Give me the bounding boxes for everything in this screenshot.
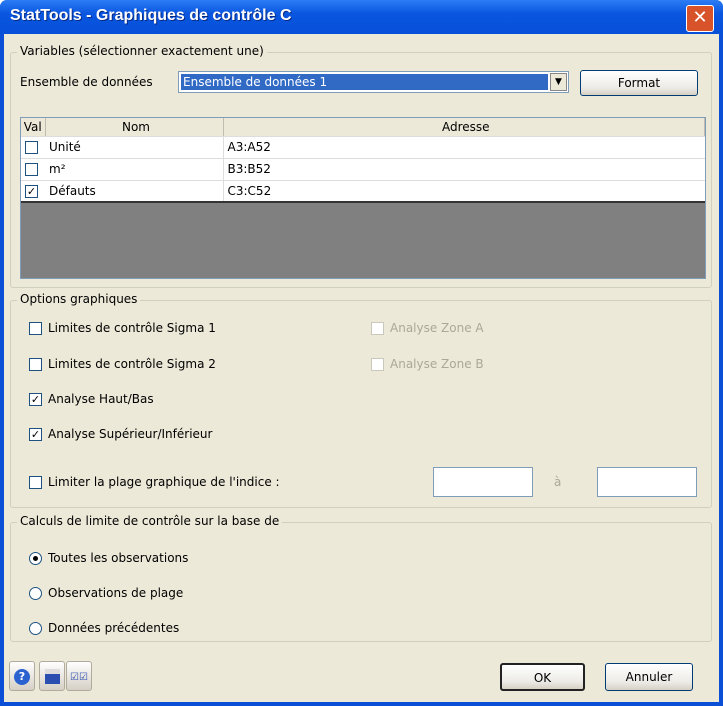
- range-from-input[interactable]: [433, 467, 533, 497]
- radio-range-observations[interactable]: Observations de plage: [29, 586, 183, 600]
- save-button[interactable]: [39, 661, 65, 691]
- row-checkbox[interactable]: [25, 141, 38, 154]
- table-row: Unité A3:A52: [21, 136, 705, 159]
- options-legend: Options graphiques: [17, 292, 141, 306]
- ok-button[interactable]: OK: [500, 663, 585, 691]
- row-address: B3:B52: [223, 158, 705, 181]
- dialog-window: StatTools - Graphiques de contrôle C ✕ V…: [0, 0, 723, 706]
- range-to-label: à: [554, 475, 562, 489]
- table-header: Val Nom Adresse: [21, 118, 705, 137]
- row-checkbox[interactable]: ✓: [25, 184, 38, 198]
- save-icon: [44, 669, 60, 684]
- radio-label: Données précédentes: [48, 621, 180, 635]
- select-all-button[interactable]: ☑☑: [66, 661, 92, 691]
- radio-all-observations[interactable]: Toutes les observations: [29, 551, 188, 565]
- help-button[interactable]: ?: [9, 661, 35, 691]
- radio-label: Toutes les observations: [48, 551, 189, 565]
- table-row: ✓ Défauts C3:C52: [21, 180, 705, 203]
- row-name: m²: [45, 158, 224, 181]
- help-icon: ?: [14, 669, 30, 685]
- close-button[interactable]: ✕: [686, 5, 714, 32]
- dataset-select[interactable]: Ensemble de données 1 ▼: [178, 71, 569, 93]
- sigma2-checkbox[interactable]: Limites de contrôle Sigma 2: [29, 357, 216, 371]
- variables-legend: Variables (sélectionner exactement une): [17, 44, 267, 58]
- zone-a-checkbox: Analyse Zone A: [371, 321, 484, 335]
- variables-group: Variables (sélectionner exactement une) …: [10, 44, 712, 288]
- zone-b-checkbox: Analyse Zone B: [371, 357, 484, 371]
- row-name: Unité: [45, 136, 224, 159]
- sigma2-label: Limites de contrôle Sigma 2: [48, 357, 216, 371]
- row-name: Défauts: [45, 180, 224, 203]
- range-to-input[interactable]: [597, 467, 697, 497]
- format-button[interactable]: Format: [580, 70, 698, 96]
- zone-b-label: Analyse Zone B: [390, 357, 484, 371]
- row-address: A3:A52: [223, 136, 705, 159]
- col-adresse[interactable]: Adresse: [223, 118, 705, 137]
- radio-label: Observations de plage: [48, 586, 184, 600]
- limit-range-label: Limiter la plage graphique de l'indice :: [48, 475, 280, 489]
- dialog-body: Variables (sélectionner exactement une) …: [4, 34, 719, 702]
- calc-group: Calculs de limite de contrôle sur la bas…: [10, 514, 712, 642]
- checkboxes-icon: ☑☑: [70, 672, 88, 683]
- table-row: m² B3:B52: [21, 158, 705, 181]
- col-nom[interactable]: Nom: [45, 118, 224, 137]
- sigma1-checkbox[interactable]: Limites de contrôle Sigma 1: [29, 321, 216, 335]
- dataset-select-value: Ensemble de données 1: [181, 74, 548, 90]
- row-checkbox[interactable]: [25, 163, 38, 176]
- limit-range-checkbox[interactable]: Limiter la plage graphique de l'indice :: [29, 475, 280, 489]
- haut-bas-label: Analyse Haut/Bas: [48, 392, 154, 406]
- calc-legend: Calculs de limite de contrôle sur la bas…: [17, 514, 283, 528]
- zone-a-label: Analyse Zone A: [390, 321, 484, 335]
- sigma1-label: Limites de contrôle Sigma 1: [48, 321, 216, 335]
- window-title: StatTools - Graphiques de contrôle C: [10, 7, 292, 24]
- options-group: Options graphiques Limites de contrôle S…: [10, 292, 712, 508]
- radio-previous-data[interactable]: Données précédentes: [29, 621, 179, 635]
- col-val[interactable]: Val: [21, 118, 46, 137]
- sup-inf-label: Analyse Supérieur/Inférieur: [48, 427, 213, 441]
- cancel-button[interactable]: Annuler: [605, 663, 693, 691]
- dataset-label: Ensemble de données: [20, 75, 153, 89]
- variables-table: Val Nom Adresse Unité A3:A52 m² B3:B52 ✓ Dé…: [20, 117, 706, 279]
- chevron-down-icon[interactable]: ▼: [550, 73, 567, 91]
- sup-inf-checkbox[interactable]: ✓ Analyse Supérieur/Inférieur: [29, 427, 212, 441]
- title-bar: StatTools - Graphiques de contrôle C ✕: [0, 0, 723, 34]
- row-address: C3:C52: [223, 180, 705, 203]
- haut-bas-checkbox[interactable]: ✓ Analyse Haut/Bas: [29, 392, 154, 406]
